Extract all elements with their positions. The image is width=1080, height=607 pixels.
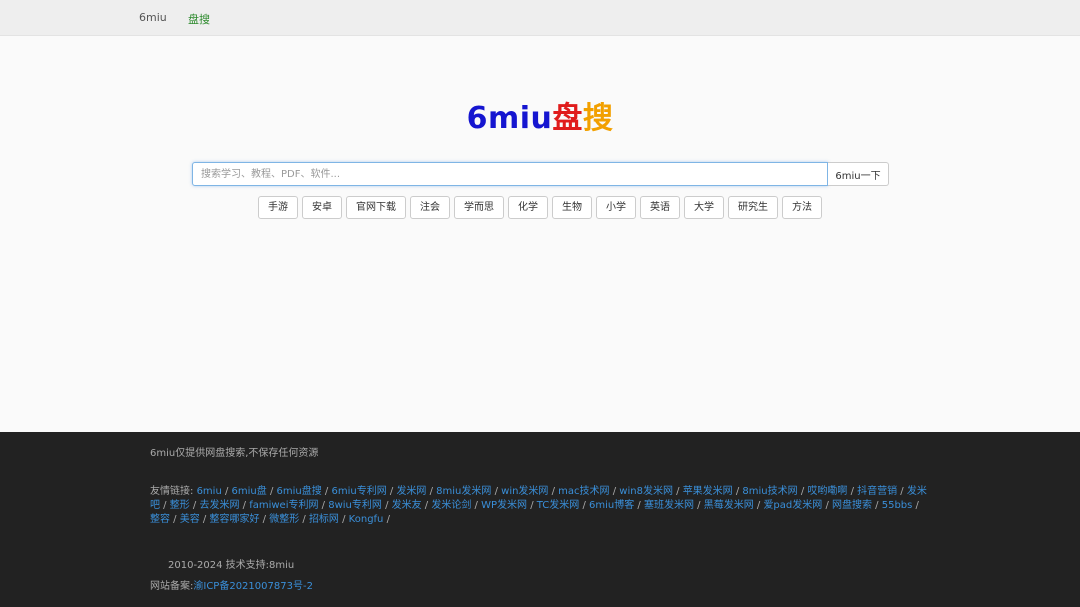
icp-link[interactable]: 渝ICP备2021007873号-2: [193, 581, 313, 592]
friend-links: 友情链接: 6miu / 6miu盘 / 6miu盘搜 / 6miu专利网 / …: [150, 486, 927, 525]
friend-link[interactable]: win8发米网: [619, 486, 673, 497]
site-logo: 6miu盘搜: [0, 93, 1080, 137]
friend-link[interactable]: 整容哪家好: [209, 514, 259, 525]
tag-button[interactable]: 方法: [782, 196, 822, 219]
tag-button[interactable]: 注会: [410, 196, 450, 219]
friend-link[interactable]: 去发米网: [199, 500, 239, 511]
friend-link[interactable]: 爱pad发米网: [763, 500, 822, 511]
icp-label: 网站备案:: [150, 581, 194, 592]
friend-link[interactable]: 8miu技术网: [742, 486, 797, 497]
tag-button[interactable]: 英语: [640, 196, 680, 219]
friend-link[interactable]: 6miu盘搜: [277, 486, 322, 497]
friend-link[interactable]: 塞班发米网: [644, 500, 694, 511]
friend-link[interactable]: 美容: [180, 514, 200, 525]
friend-link[interactable]: 8miu发米网: [436, 486, 491, 497]
tag-button[interactable]: 学而思: [454, 196, 504, 219]
footer-disclaimer: 6miu仅提供网盘搜索,不保存任何资源: [150, 448, 319, 459]
friend-link[interactable]: Kongfu: [349, 514, 384, 525]
tag-button[interactable]: 手游: [258, 196, 298, 219]
friend-link[interactable]: 6miu专利网: [331, 486, 386, 497]
friend-link[interactable]: 苹果发米网: [683, 486, 733, 497]
friend-link[interactable]: win发米网: [501, 486, 548, 497]
tag-button[interactable]: 研究生: [728, 196, 778, 219]
footer-icp: 网站备案:渝ICP备2021007873号-2: [150, 577, 313, 592]
friend-link[interactable]: 整形: [170, 500, 190, 511]
search-bar: 6miu一下: [192, 162, 889, 186]
friend-link[interactable]: 55bbs: [882, 500, 913, 511]
friend-link[interactable]: WP发米网: [481, 500, 527, 511]
logo-part-pan: 盘: [552, 101, 583, 136]
tag-button[interactable]: 小学: [596, 196, 636, 219]
logo-part-6miu: 6miu: [466, 101, 553, 136]
friend-link[interactable]: 招标网: [309, 514, 339, 525]
tag-button[interactable]: 官网下载: [346, 196, 406, 219]
friend-link[interactable]: 6miu: [197, 486, 222, 497]
friend-link[interactable]: 网盘搜索: [832, 500, 872, 511]
friend-link[interactable]: 发米网: [396, 486, 426, 497]
tag-button[interactable]: 大学: [684, 196, 724, 219]
friend-links-label: 友情链接:: [150, 486, 194, 497]
top-navbar: 6miu 盘搜: [0, 0, 1080, 36]
search-input[interactable]: [192, 162, 828, 186]
footer: 6miu仅提供网盘搜索,不保存任何资源 友情链接: 6miu / 6miu盘 /…: [0, 432, 1080, 607]
nav-home-link[interactable]: 6miu: [139, 11, 167, 24]
friend-link[interactable]: 黑莓发米网: [704, 500, 754, 511]
friend-link[interactable]: 整容: [150, 514, 170, 525]
tag-button[interactable]: 安卓: [302, 196, 342, 219]
search-button[interactable]: 6miu一下: [828, 162, 889, 186]
friend-link[interactable]: 哎哟嘞啊: [807, 486, 847, 497]
friend-link[interactable]: 6miu博客: [589, 500, 634, 511]
quick-tags: 手游 安卓 官网下载 注会 学而思 化学 生物 小学 英语 大学 研究生 方法: [0, 196, 1080, 219]
friend-link[interactable]: 发米论剑: [431, 500, 471, 511]
friend-link[interactable]: 6miu盘: [232, 486, 267, 497]
friend-link[interactable]: 8wiu专利网: [328, 500, 382, 511]
friend-link[interactable]: TC发米网: [537, 500, 580, 511]
tag-button[interactable]: 生物: [552, 196, 592, 219]
logo-part-sou: 搜: [582, 101, 614, 136]
tag-button[interactable]: 化学: [508, 196, 548, 219]
nav-pansou-link[interactable]: 盘搜: [188, 11, 210, 27]
footer-copyright: 2010-2024 技术支持:8miu: [168, 560, 295, 571]
friend-link[interactable]: 发米友: [392, 500, 422, 511]
friend-link[interactable]: famiwei专利网: [249, 500, 318, 511]
friend-link[interactable]: 微整形: [269, 514, 299, 525]
friend-link[interactable]: mac技术网: [558, 486, 609, 497]
friend-link[interactable]: 抖音营销: [857, 486, 897, 497]
